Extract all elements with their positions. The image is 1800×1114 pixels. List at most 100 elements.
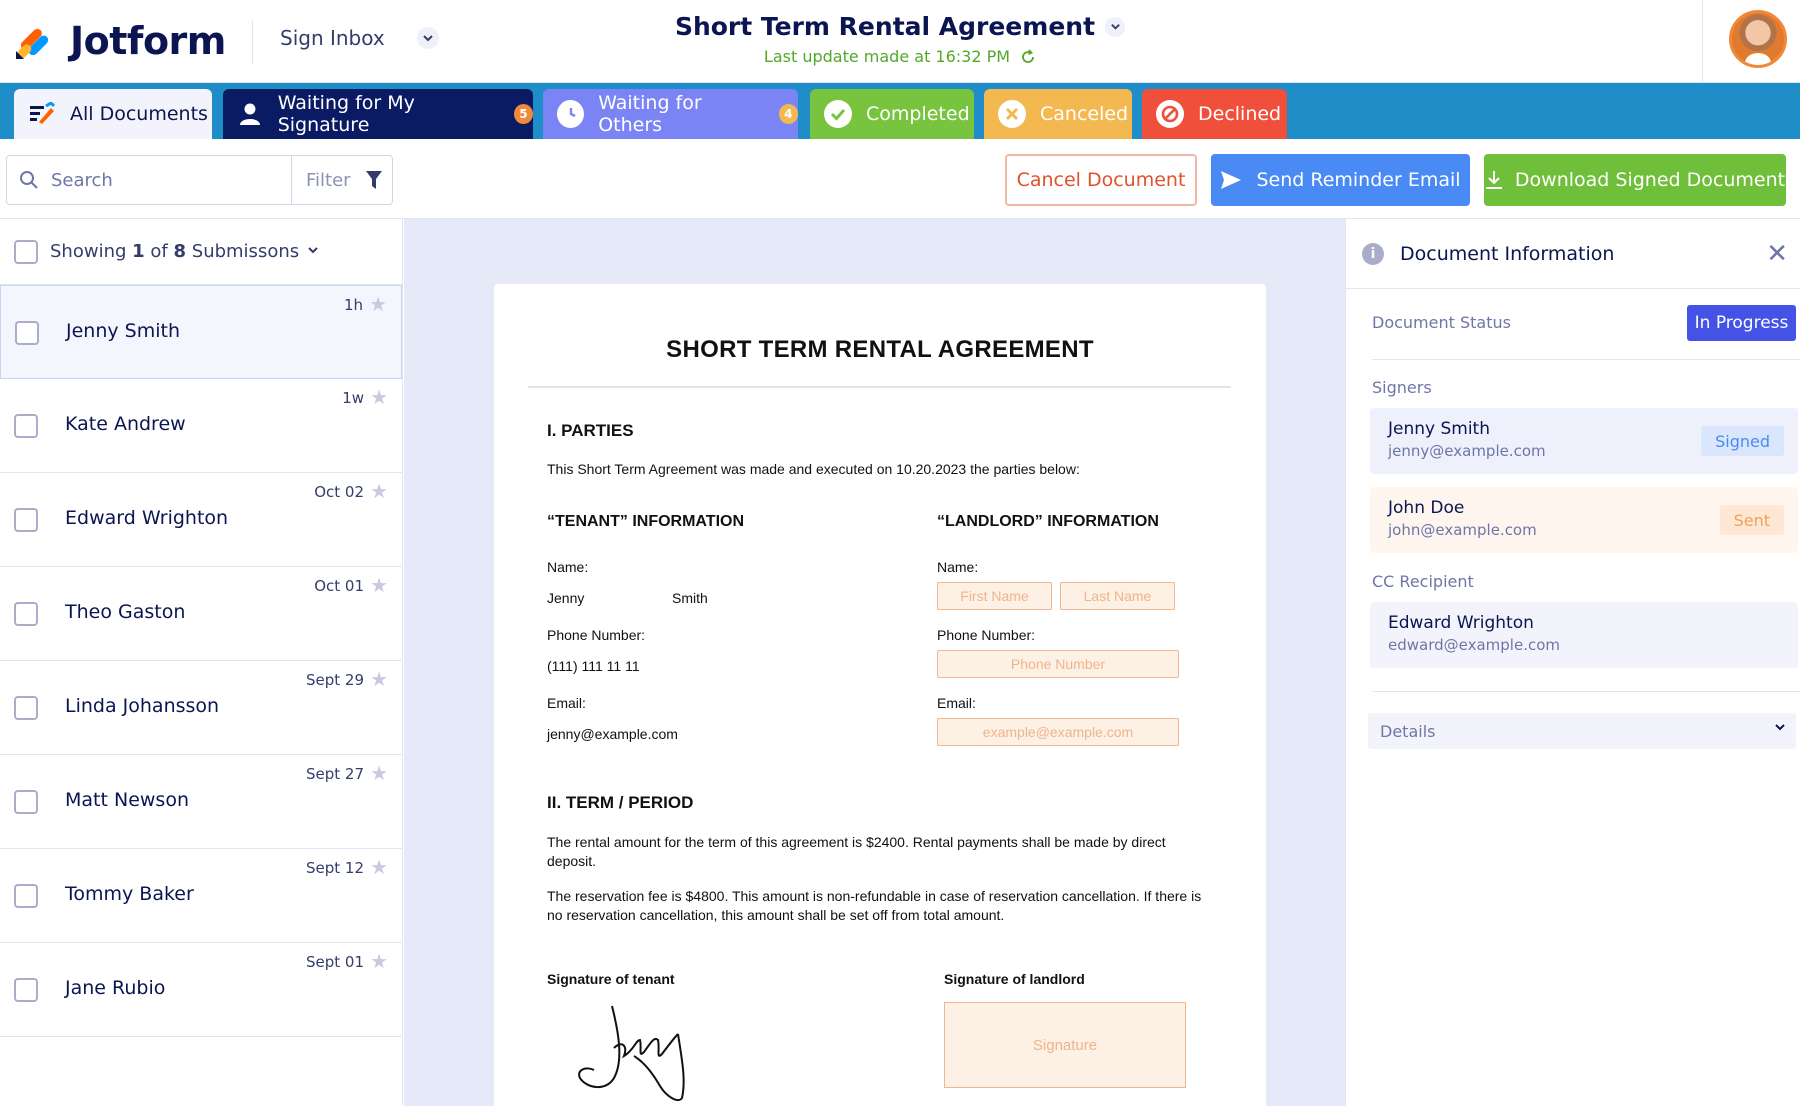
star-icon[interactable]: ★ (370, 761, 388, 785)
details-label: Details (1380, 721, 1436, 741)
star-icon[interactable]: ★ (370, 667, 388, 691)
row-checkbox[interactable] (14, 696, 38, 720)
status-tabs: All Documents Waiting for My Signature 5… (0, 83, 1800, 139)
jotform-logo[interactable]: Jotform (14, 18, 226, 64)
select-all-checkbox[interactable] (14, 239, 38, 264)
close-icon[interactable]: ✕ (1766, 239, 1788, 269)
list-item[interactable]: Edward Wrighton Oct 02 ★ (0, 473, 402, 567)
top-header: Jotform Sign Inbox Short Term Rental Agr… (0, 0, 1800, 83)
row-checkbox[interactable] (14, 414, 38, 438)
star-icon[interactable]: ★ (370, 573, 388, 597)
list-item[interactable]: Linda Johansson Sept 29 ★ (0, 661, 402, 755)
tab-canceled[interactable]: Canceled (984, 89, 1132, 139)
submitter-name: Matt Newson (65, 789, 189, 811)
phone-number-field[interactable]: Phone Number (937, 650, 1179, 678)
search-input[interactable]: Search (6, 155, 292, 205)
signer-name: John Doe (1388, 498, 1465, 518)
tab-declined[interactable]: Declined (1142, 89, 1287, 139)
tab-completed[interactable]: Completed (810, 89, 974, 139)
tab-all-documents[interactable]: All Documents (14, 89, 212, 139)
section-heading: I. PARTIES (547, 421, 634, 440)
download-label: Download Signed Document (1514, 169, 1786, 191)
download-icon (1485, 171, 1502, 189)
divider (1372, 359, 1800, 360)
avatar[interactable] (1729, 10, 1787, 68)
row-checkbox[interactable] (14, 884, 38, 908)
panel-title: Document Information (1400, 242, 1615, 265)
search-placeholder: Search (51, 169, 113, 191)
submission-list: Showing 1 of 8 Submissons Jenny Smith 1h… (0, 219, 403, 1106)
list-item[interactable]: Theo Gaston Oct 01 ★ (0, 567, 402, 661)
email-field[interactable]: example@example.com (937, 718, 1179, 746)
last-name-field[interactable]: Last Name (1060, 582, 1175, 610)
tenant-email-label: Email: (547, 695, 586, 711)
star-icon[interactable]: ★ (369, 292, 387, 316)
document-heading: SHORT TERM RENTAL AGREEMENT (666, 336, 1094, 363)
document-viewer[interactable]: SHORT TERM RENTAL AGREEMENT I. PARTIES T… (404, 219, 1345, 1114)
details-accordion[interactable]: Details (1368, 713, 1796, 749)
brand-name: Jotform (70, 19, 226, 63)
submission-time: 1w (342, 389, 364, 407)
star-icon[interactable]: ★ (370, 949, 388, 973)
landlord-name-label: Name: (937, 559, 979, 575)
submission-time: Oct 02 (314, 483, 364, 501)
filter-button[interactable]: Filter (291, 155, 393, 205)
tab-label: Waiting for Others (598, 92, 702, 136)
refresh-icon[interactable] (1020, 48, 1036, 65)
count-badge: 4 (778, 104, 798, 124)
row-checkbox[interactable] (14, 978, 38, 1002)
list-header: Showing 1 of 8 Submissons (0, 219, 402, 285)
submission-time: Sept 01 (305, 953, 364, 971)
tenant-last-name: Smith (672, 590, 708, 606)
send-reminder-button[interactable]: Send Reminder Email (1211, 154, 1470, 206)
row-checkbox[interactable] (14, 508, 38, 532)
app-name: Sign Inbox (280, 26, 385, 50)
app-switcher[interactable]: Sign Inbox (280, 26, 439, 50)
first-name-field[interactable]: First Name (937, 582, 1052, 610)
last-update-text: Last update made at 16:32 PM (763, 47, 1011, 66)
landlord-signature-label: Signature of landlord (944, 971, 1085, 987)
rental-amount-text: The rental amount for the term of this a… (547, 834, 1166, 869)
document-title-text: Short Term Rental Agreement (674, 12, 1096, 41)
list-item[interactable]: Jane Rubio Sept 01 ★ (0, 943, 402, 1037)
document-status-label: Document Status (1372, 313, 1511, 332)
user-menu[interactable] (1702, 0, 1800, 83)
star-icon[interactable]: ★ (370, 385, 388, 409)
submission-time: Oct 01 (314, 577, 364, 595)
chevron-down-icon[interactable] (307, 244, 319, 260)
chevron-down-icon[interactable] (416, 27, 439, 49)
signer-card[interactable]: Jenny Smith jenny@example.com Signed (1370, 408, 1798, 474)
document-title[interactable]: Short Term Rental Agreement (674, 12, 1126, 41)
chevron-down-icon[interactable] (1105, 16, 1126, 37)
landlord-phone-label: Phone Number: (937, 627, 1036, 643)
star-icon[interactable]: ★ (370, 479, 388, 503)
submitter-name: Theo Gaston (65, 601, 186, 623)
submission-time: Sept 12 (305, 859, 364, 877)
star-icon[interactable]: ★ (370, 855, 388, 879)
signer-status-badge: Signed (1701, 426, 1784, 456)
ban-icon (1156, 100, 1184, 128)
row-checkbox[interactable] (14, 790, 38, 814)
count-badge: 5 (513, 104, 533, 124)
landlord-email-label: Email: (937, 695, 976, 711)
list-item[interactable]: Tommy Baker Sept 12 ★ (0, 849, 402, 943)
signer-card[interactable]: John Doe john@example.com Sent (1370, 487, 1798, 553)
showing-total: 8 (173, 241, 187, 262)
chevron-down-icon[interactable] (1774, 721, 1786, 737)
tenant-phone: (111) 111 11 11 (547, 658, 640, 674)
landlord-signature-field[interactable]: Signature (944, 1002, 1186, 1088)
row-checkbox[interactable] (14, 602, 38, 626)
list-item[interactable]: Jenny Smith 1h ★ (0, 285, 402, 379)
tenant-phone-label: Phone Number: (547, 627, 646, 643)
list-item[interactable]: Matt Newson Sept 27 ★ (0, 755, 402, 849)
download-signed-document-button[interactable]: Download Signed Document (1484, 154, 1786, 206)
showing-current: 1 (132, 241, 145, 262)
cc-recipient-card[interactable]: Edward Wrighton edward@example.com (1370, 602, 1798, 668)
list-item[interactable]: Kate Andrew 1w ★ (0, 379, 402, 473)
clock-icon (557, 100, 585, 128)
filter-label: Filter (306, 169, 351, 191)
cancel-document-button[interactable]: Cancel Document (1005, 154, 1197, 206)
row-checkbox[interactable] (15, 321, 39, 345)
tab-waiting-for-others[interactable]: Waiting for Others 4 (543, 89, 798, 139)
tab-waiting-for-my-signature[interactable]: Waiting for My Signature 5 (223, 89, 533, 139)
